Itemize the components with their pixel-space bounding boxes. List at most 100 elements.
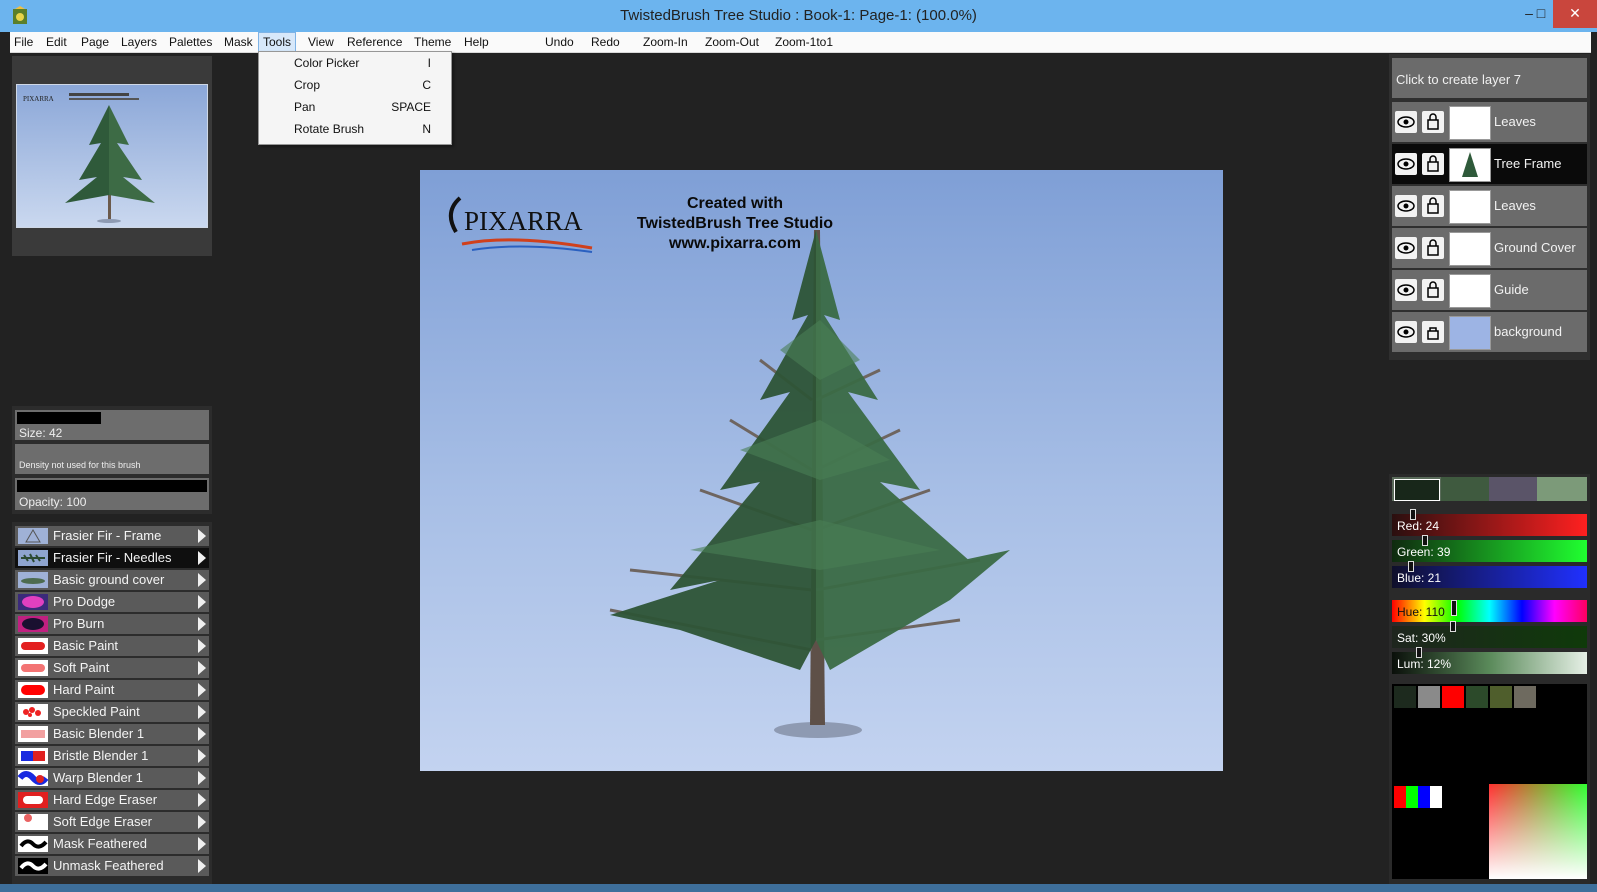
submenu-arrow-icon[interactable]	[198, 639, 206, 653]
rgb-swatch-green[interactable]	[1406, 786, 1418, 808]
lock-icon[interactable]	[1422, 111, 1444, 133]
brush-item[interactable]: Bristle Blender 1	[15, 746, 209, 766]
current-color-swatch[interactable]	[1394, 479, 1440, 501]
submenu-arrow-icon[interactable]	[198, 727, 206, 741]
undo-button[interactable]: Undo	[541, 32, 578, 52]
layer-row[interactable]: background	[1392, 312, 1587, 352]
menu-theme[interactable]: Theme	[410, 32, 455, 52]
brush-item[interactable]: Pro Burn	[15, 614, 209, 634]
recent-color-swatch[interactable]	[1441, 477, 1489, 501]
rgb-swatch-white[interactable]	[1430, 786, 1442, 808]
menu-palettes[interactable]: Palettes	[165, 32, 216, 52]
eye-icon[interactable]	[1395, 195, 1417, 217]
submenu-arrow-icon[interactable]	[198, 529, 206, 543]
menu-file[interactable]: File	[10, 32, 37, 52]
palette-swatch[interactable]	[1490, 686, 1512, 708]
layer-row[interactable]: Ground Cover	[1392, 228, 1587, 268]
brush-item[interactable]: Soft Edge Eraser	[15, 812, 209, 832]
submenu-arrow-icon[interactable]	[198, 617, 206, 631]
brush-item[interactable]: Basic Paint	[15, 636, 209, 656]
menu-help[interactable]: Help	[460, 32, 493, 52]
submenu-arrow-icon[interactable]	[198, 859, 206, 873]
size-slider[interactable]: Size: 42	[15, 410, 209, 440]
layer-row[interactable]: Leaves	[1392, 102, 1587, 142]
menu-item-rotate-brush[interactable]: Rotate Brush N	[259, 118, 451, 140]
close-button[interactable]: ✕	[1553, 0, 1597, 28]
menu-page[interactable]: Page	[77, 32, 113, 52]
layer-row[interactable]: Guide	[1392, 270, 1587, 310]
brush-item[interactable]: Frasier Fir - Frame	[15, 526, 209, 546]
submenu-arrow-icon[interactable]	[198, 793, 206, 807]
eye-icon[interactable]	[1395, 153, 1417, 175]
submenu-arrow-icon[interactable]	[198, 573, 206, 587]
green-slider[interactable]: Green: 39	[1392, 535, 1587, 562]
brush-item[interactable]: Pro Dodge	[15, 592, 209, 612]
menu-mask[interactable]: Mask	[220, 32, 257, 52]
menu-layers[interactable]: Layers	[117, 32, 161, 52]
eye-icon[interactable]	[1395, 111, 1417, 133]
brush-item[interactable]: Basic ground cover	[15, 570, 209, 590]
submenu-arrow-icon[interactable]	[198, 749, 206, 763]
eye-icon[interactable]	[1395, 321, 1417, 343]
rgb-swatch-red[interactable]	[1394, 786, 1406, 808]
menu-tools[interactable]: Tools	[258, 32, 297, 52]
brush-item[interactable]: Soft Paint	[15, 658, 209, 678]
lock-icon[interactable]	[1422, 237, 1444, 259]
unlock-icon[interactable]	[1422, 321, 1444, 343]
palette-swatch[interactable]	[1442, 686, 1464, 708]
red-slider[interactable]: Red: 24	[1392, 509, 1587, 536]
submenu-arrow-icon[interactable]	[198, 771, 206, 785]
rgb-swatch-blue[interactable]	[1418, 786, 1430, 808]
palette-swatch[interactable]	[1394, 686, 1416, 708]
redo-button[interactable]: Redo	[587, 32, 624, 52]
brush-item[interactable]: Speckled Paint	[15, 702, 209, 722]
menu-view[interactable]: View	[304, 32, 338, 52]
recent-color-swatch[interactable]	[1489, 477, 1537, 501]
brush-item[interactable]: Warp Blender 1	[15, 768, 209, 788]
menu-item-crop[interactable]: Crop C	[259, 74, 451, 96]
submenu-arrow-icon[interactable]	[198, 595, 206, 609]
brush-item-selected[interactable]: Frasier Fir - Needles	[15, 548, 209, 568]
layer-row-selected[interactable]: Tree Frame	[1392, 144, 1587, 184]
brush-item[interactable]: Unmask Feathered	[15, 856, 209, 876]
submenu-arrow-icon[interactable]	[198, 705, 206, 719]
zoom-in-button[interactable]: Zoom-In	[639, 32, 692, 52]
palette-swatch[interactable]	[1466, 686, 1488, 708]
palette-swatch[interactable]	[1514, 686, 1536, 708]
submenu-arrow-icon[interactable]	[198, 837, 206, 851]
maximize-button-glyph[interactable]: □	[1529, 0, 1553, 28]
eye-icon[interactable]	[1395, 237, 1417, 259]
luminance-slider[interactable]: Lum: 12%	[1392, 647, 1587, 674]
submenu-arrow-icon[interactable]	[198, 551, 206, 565]
zoom-out-button[interactable]: Zoom-Out	[701, 32, 763, 52]
color-mixer-square[interactable]	[1489, 784, 1587, 879]
page-thumbnail[interactable]: PIXARRA	[16, 84, 208, 228]
create-layer-button[interactable]: Click to create layer 7	[1392, 58, 1587, 98]
lock-icon[interactable]	[1422, 153, 1444, 175]
lock-icon[interactable]	[1422, 279, 1444, 301]
zoom-1to1-button[interactable]: Zoom-1to1	[771, 32, 837, 52]
brush-item[interactable]: Hard Paint	[15, 680, 209, 700]
saturation-slider-knob[interactable]	[1450, 621, 1456, 632]
submenu-arrow-icon[interactable]	[198, 661, 206, 675]
opacity-slider[interactable]: Opacity: 100	[15, 478, 209, 510]
submenu-arrow-icon[interactable]	[198, 815, 206, 829]
menu-item-color-picker[interactable]: Color Picker I	[259, 52, 451, 74]
blue-slider[interactable]: Blue: 21	[1392, 561, 1587, 588]
saturation-slider[interactable]: Sat: 30%	[1392, 621, 1587, 648]
menu-reference[interactable]: Reference	[343, 32, 406, 52]
lock-icon[interactable]	[1422, 195, 1444, 217]
density-slider[interactable]: Density not used for this brush	[15, 444, 209, 474]
submenu-arrow-icon[interactable]	[198, 683, 206, 697]
eye-icon[interactable]	[1395, 279, 1417, 301]
brush-item[interactable]: Basic Blender 1	[15, 724, 209, 744]
brush-item[interactable]: Hard Edge Eraser	[15, 790, 209, 810]
palette-swatch[interactable]	[1418, 686, 1440, 708]
layer-row[interactable]: Leaves	[1392, 186, 1587, 226]
recent-color-swatch[interactable]	[1537, 477, 1587, 501]
drawing-canvas[interactable]: PIXARRA Created with TwistedBrush Tree S…	[420, 170, 1223, 771]
hue-slider[interactable]: Hue: 110	[1392, 600, 1587, 622]
menu-edit[interactable]: Edit	[42, 32, 71, 52]
menu-item-pan[interactable]: Pan SPACE	[259, 96, 451, 118]
brush-item[interactable]: Mask Feathered	[15, 834, 209, 854]
